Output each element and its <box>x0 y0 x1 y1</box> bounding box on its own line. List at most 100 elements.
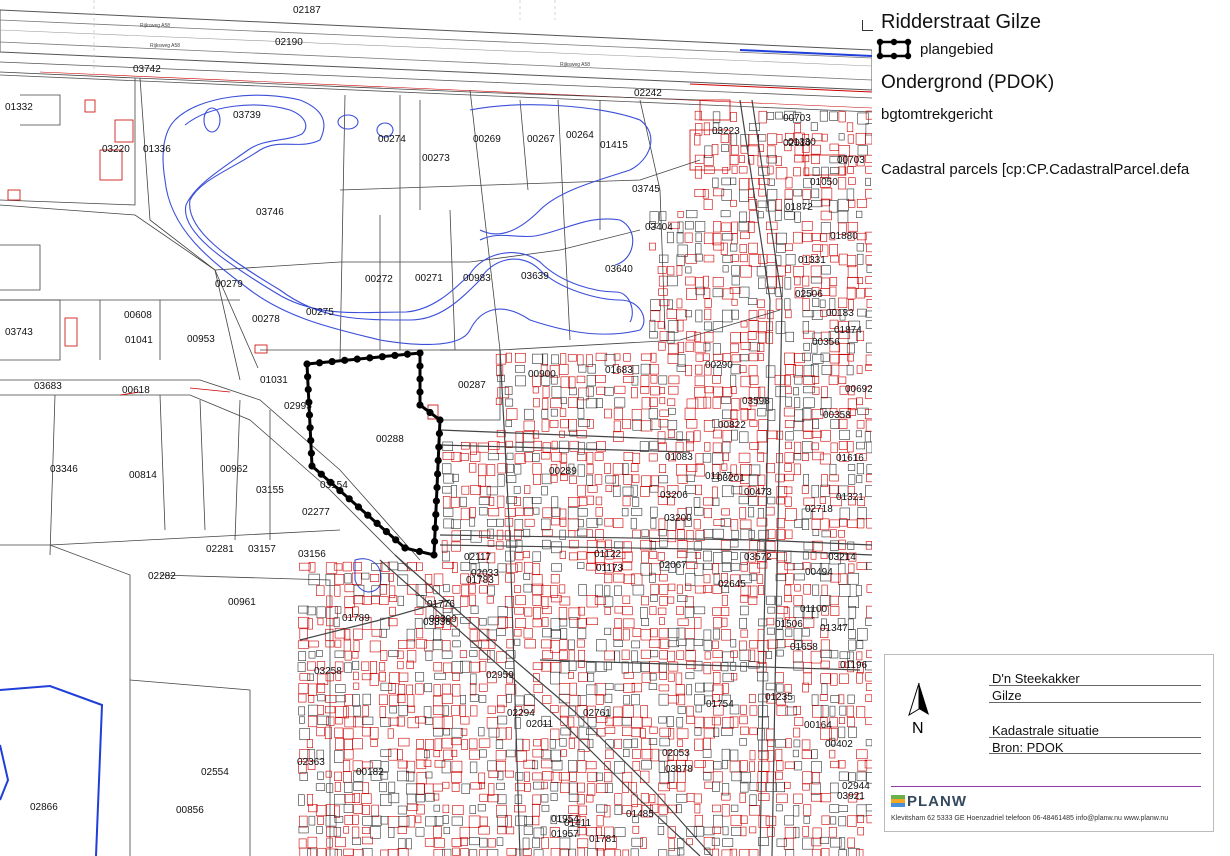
building-outline <box>757 441 768 454</box>
building-outline <box>514 805 526 813</box>
building-outline <box>434 672 446 680</box>
building-outline <box>801 155 810 163</box>
building-outline <box>847 222 859 232</box>
building-outline <box>594 375 606 383</box>
building-outline <box>369 574 380 582</box>
building-outline <box>838 539 846 550</box>
building-outline <box>443 584 450 593</box>
building-outline <box>613 573 625 583</box>
building-outline <box>577 672 588 682</box>
building-outline <box>767 606 776 614</box>
building-outline <box>740 605 749 616</box>
building-outline <box>856 198 868 208</box>
rule <box>989 702 1201 703</box>
building-outline <box>470 705 478 717</box>
building-outline <box>659 617 665 625</box>
parcel-number: 01083 <box>665 452 693 463</box>
building-outline <box>631 727 641 738</box>
building-outline <box>847 563 855 573</box>
building-outline <box>838 726 846 739</box>
building-outline <box>451 530 461 542</box>
building-outline <box>677 551 688 559</box>
building-outline <box>649 331 658 339</box>
building-outline <box>487 838 496 848</box>
building-outline <box>595 529 604 541</box>
building-outline <box>442 452 455 460</box>
building-outline <box>847 519 858 528</box>
building-outline <box>776 649 784 657</box>
map-canvas[interactable]: Rijksweg A58 Rijksweg A58 Rijksweg A58 0… <box>0 0 872 856</box>
boundary-vertex <box>432 497 440 505</box>
building-outline <box>316 826 323 834</box>
brand-divider <box>891 786 1201 787</box>
building-outline <box>622 726 633 736</box>
building-outline <box>847 618 854 630</box>
parcel-number: 00290 <box>705 360 733 371</box>
building-outline <box>801 485 809 494</box>
building-outline <box>308 562 316 573</box>
building-outline <box>703 342 711 352</box>
layer-style: bgtomtrekgericht <box>881 106 993 123</box>
building-outline <box>451 661 463 674</box>
building-outline <box>560 376 570 388</box>
parcel-number: 00182 <box>356 767 384 778</box>
building-outline <box>667 429 675 439</box>
parcel-number: 00289 <box>549 466 577 477</box>
building-outline <box>550 574 560 584</box>
building-outline <box>856 210 863 218</box>
building-outline <box>820 396 832 409</box>
road-label: Rijksweg A58 <box>150 43 180 49</box>
building-outline <box>658 528 667 537</box>
building-outline <box>335 684 346 693</box>
building-outline <box>828 375 839 386</box>
building-outline <box>614 805 622 815</box>
building-outline <box>677 739 684 747</box>
building-outline <box>470 605 479 614</box>
building-outline <box>757 343 765 353</box>
building-outline <box>811 233 821 241</box>
building-outline <box>749 540 761 551</box>
building-outline <box>524 639 536 649</box>
building-outline <box>829 519 840 528</box>
boundary-vertex <box>391 351 399 360</box>
building-outline <box>819 518 830 531</box>
building-outline <box>721 617 728 627</box>
building-outline <box>685 649 696 661</box>
building-outline <box>821 277 830 289</box>
building-outline <box>532 662 543 670</box>
building-outline <box>452 684 461 697</box>
building-outline <box>479 837 488 848</box>
building-outline <box>766 651 773 659</box>
building-outline <box>703 737 711 750</box>
boundary-vertex <box>435 443 443 451</box>
building-outline <box>702 275 709 288</box>
building-outline <box>325 562 338 574</box>
building-outline <box>585 386 594 397</box>
building-outline <box>830 816 837 825</box>
building-outline <box>297 662 306 672</box>
building-outline <box>740 562 748 572</box>
building-outline <box>524 485 531 495</box>
building-outline <box>713 761 722 770</box>
building-outline <box>407 694 415 707</box>
building-outline <box>658 638 670 649</box>
building-outline <box>614 397 626 408</box>
building-outline <box>461 739 468 750</box>
building-outline <box>803 397 815 408</box>
building-outline <box>443 518 454 529</box>
boundary-vertex <box>436 416 444 424</box>
building-outline <box>650 506 658 518</box>
building-outline <box>622 628 630 641</box>
building-outline <box>406 771 415 782</box>
building-outline <box>684 221 694 230</box>
building-outline <box>513 629 522 637</box>
building-outline <box>549 420 559 428</box>
building-outline <box>344 662 353 673</box>
building-outline <box>514 585 521 593</box>
building-outline <box>819 453 831 465</box>
building-outline <box>775 473 785 483</box>
building-outline <box>767 430 778 440</box>
boundary-vertex <box>305 411 314 419</box>
building-outline <box>819 299 826 308</box>
building-outline <box>478 727 485 737</box>
